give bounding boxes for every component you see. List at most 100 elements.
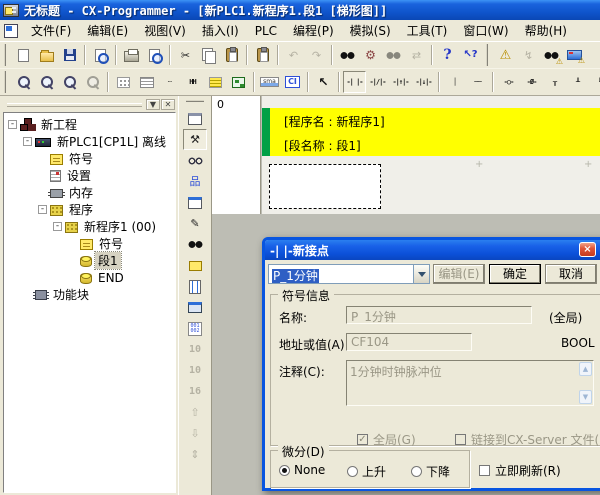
application-window: 无标题 - CX-Programmer - [新PLC1.新程序1.段1 [梯形… [0,0,600,495]
copy-button[interactable] [197,44,220,66]
output-window-button[interactable] [183,192,207,213]
transfer-monitor-button[interactable] [563,44,586,66]
new-instruction-button[interactable]: └┐ [589,71,600,93]
menu-insert[interactable]: 插入(I) [194,22,247,40]
mnemonic-view-button[interactable]: sma [258,71,281,93]
zoom-to-fit-button[interactable] [12,71,35,93]
new-project-button[interactable] [12,44,35,66]
online-work-button: ↯ [517,44,540,66]
dialog-close-button[interactable]: × [579,242,596,257]
cross-reference-report-button[interactable]: 品 [183,171,207,192]
zoom-out-icon [63,75,77,89]
new-closed-coil-button[interactable]: -Ø- [520,71,543,93]
expander-plc[interactable]: - [23,137,32,146]
workspace-gripper[interactable] [7,103,142,107]
cut-button[interactable]: ✂ [174,44,197,66]
save-project-button[interactable] [58,44,81,66]
menu-plc[interactable]: PLC [247,22,285,40]
toggle-annotations-button[interactable]: ┄ [158,71,181,93]
new-contact-button[interactable]: -| |- [343,71,366,93]
differential-none-radio[interactable]: None [279,463,325,477]
tree-item-settings[interactable]: 设置 [4,167,175,184]
toggle-hierarchy-button[interactable] [227,71,250,93]
cascade-windows-button[interactable] [183,108,207,129]
tree-item-program1[interactable]: -新程序1 (00) [4,218,175,235]
expander-project[interactable]: - [8,120,17,129]
io-comment-view-button[interactable] [183,297,207,318]
new-closed-contact-button[interactable]: -|/|- [366,71,389,93]
force-on-icon: ⇧ [190,407,199,418]
zoom-in-button[interactable] [35,71,58,93]
tree-item-project[interactable]: -新工程 [4,116,175,133]
ladder-window-icon[interactable] [4,24,18,38]
print-preview-button[interactable] [143,44,166,66]
differential-up-radio[interactable]: 上升 [347,463,386,480]
help-button[interactable]: ? [436,44,459,66]
workspace-close-button[interactable]: ✕ [161,99,175,110]
print-button[interactable] [120,44,143,66]
menu-file[interactable]: 文件(F) [23,22,79,40]
new-coil-icon: -○- [504,79,514,86]
context-help-button[interactable]: ↖? [459,44,482,66]
new-coil-button[interactable]: -○- [497,71,520,93]
contact-name-combobox[interactable]: P_1分钟 [268,264,430,284]
differential-down-radio[interactable]: 下降 [411,463,450,480]
combobox-dropdown-button[interactable] [413,265,429,283]
workspace-dropdown-button[interactable]: ▼ [146,99,160,110]
toggle-rung-wrap-button[interactable]: HH [181,71,204,93]
tree-item-symbols[interactable]: 符号 [4,150,175,167]
new-contact-falling-button[interactable]: -|↓|- [412,71,435,93]
tree-item-plc[interactable]: -新PLC1[CP1L] 离线 [4,133,175,150]
new-reset-coil-icon: ╨ [576,79,579,86]
new-set-coil-button[interactable]: ╥ [543,71,566,93]
tree-item-function-blocks[interactable]: 功能块 [4,286,175,303]
transfer-monitor-icon [567,50,582,60]
properties-button[interactable]: ✎ [183,213,207,234]
expander-program1[interactable]: - [53,222,62,231]
page-setup-button[interactable] [89,44,112,66]
menu-edit[interactable]: 编辑(E) [79,22,136,40]
tree-item-section1[interactable]: 段1 [4,252,175,269]
compile-program-button[interactable]: ⚠ [494,44,517,66]
expander-programs[interactable]: - [38,205,47,214]
toggle-rung-comments-button[interactable] [135,71,158,93]
zoom-out-button[interactable] [58,71,81,93]
paste-button[interactable] [220,44,243,66]
cross-reference-button[interactable]: CI [281,71,304,93]
select-mode-button[interactable]: ↖ [312,71,335,93]
section-banner[interactable]: [程序名 : 新程序1] [段名称 : 段1] [262,108,600,156]
dialog-title-bar[interactable]: -| |-新接点 × [265,240,600,260]
menu-window[interactable]: 窗口(W) [455,22,516,40]
open-project-button[interactable] [35,44,58,66]
toggle-grid-button[interactable] [112,71,135,93]
ok-button[interactable]: 确定 [489,264,541,284]
show-rung-numbers-button[interactable]: 001 002 [183,318,207,339]
tree-item-programs[interactable]: -程序 [4,201,175,218]
tree-item-program1-symbols[interactable]: 符号 [4,235,175,252]
find-button[interactable] [336,44,359,66]
ladder-cursor-cell[interactable] [269,164,381,209]
symbol-lookup-button[interactable] [183,234,207,255]
immediate-refresh-checkbox[interactable]: 立即刷新(R) [479,462,561,479]
zoom-in-icon [40,75,54,89]
menu-tools[interactable]: 工具(T) [399,22,456,40]
toggle-workspace-button[interactable]: ⚒ [183,129,207,150]
new-vertical-line-button[interactable]: │ [443,71,466,93]
new-horizontal-line-button[interactable]: ── [466,71,489,93]
change-address-button[interactable]: ⚙ [359,44,382,66]
compile-all-report-button[interactable] [540,44,563,66]
cancel-button[interactable]: 取消 [545,264,597,284]
ladder-page-button[interactable] [183,276,207,297]
new-contact-rising-button[interactable]: -|↑|- [389,71,412,93]
paste-program-button[interactable] [251,44,274,66]
new-reset-coil-button[interactable]: ╨ [566,71,589,93]
tree-item-end[interactable]: END [4,269,175,286]
menu-simulation[interactable]: 模拟(S) [342,22,399,40]
menu-view[interactable]: 视图(V) [136,22,194,40]
menu-program[interactable]: 编程(P) [285,22,342,40]
watch-window-button[interactable] [183,150,207,171]
toggle-symbol-bar-button[interactable] [204,71,227,93]
tree-item-memory[interactable]: 内存 [4,184,175,201]
local-symbols-button[interactable] [183,255,207,276]
menu-help[interactable]: 帮助(H) [517,22,575,40]
